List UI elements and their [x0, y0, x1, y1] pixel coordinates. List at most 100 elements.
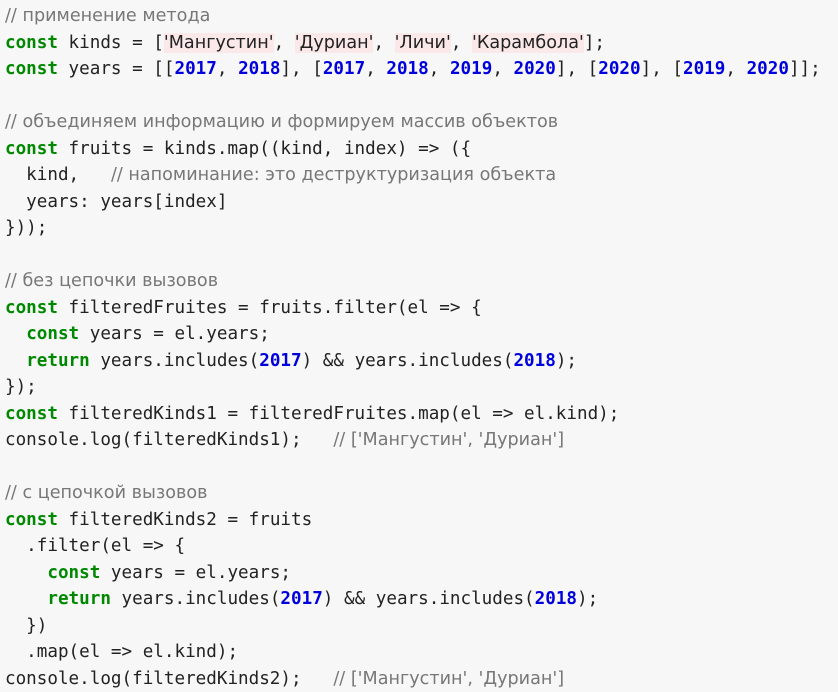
- string-token: 'Мангустин': [164, 33, 274, 53]
- code-line: console.log(filteredKinds2); // ['Мангус…: [5, 666, 838, 692]
- code-token: }): [5, 616, 47, 636]
- code-token: .map(el => el.kind);: [5, 642, 238, 662]
- comment-token: // объединяем информацию и формируем мас…: [5, 112, 558, 132]
- number-token: 2020: [514, 59, 556, 79]
- number-token: 2020: [747, 59, 789, 79]
- code-line: const filteredKinds1 = filteredFruites.m…: [5, 401, 838, 428]
- string-token: 'Карамбола': [472, 33, 584, 53]
- code-token: console.log(filteredKinds1);: [5, 430, 333, 450]
- code-line: ​: [5, 242, 838, 269]
- number-token: 2017: [323, 59, 365, 79]
- code-line: .filter(el => {: [5, 533, 838, 560]
- code-token: ];: [584, 33, 605, 53]
- code-line: ​: [5, 454, 838, 481]
- code-token: ,: [373, 33, 394, 53]
- code-token: ) && years.includes(: [323, 589, 535, 609]
- code-token: [5, 563, 47, 583]
- code-line: const years = el.years;: [5, 321, 838, 348]
- code-token: ,: [725, 59, 746, 79]
- code-line: const kinds = ['Мангустин', 'Дуриан', 'Л…: [5, 30, 838, 57]
- code-token: [5, 324, 26, 344]
- keyword-token: const: [5, 510, 58, 530]
- code-token: ,: [274, 33, 295, 53]
- string-token: 'Личи': [395, 33, 451, 53]
- number-token: 2017: [175, 59, 217, 79]
- code-line: }): [5, 613, 838, 640]
- number-token: 2017: [259, 351, 301, 371]
- number-token: 2018: [386, 59, 428, 79]
- code-token: ) && years.includes(: [302, 351, 514, 371]
- code-token: filteredKinds2 = fruits: [58, 510, 312, 530]
- keyword-token: return: [47, 589, 111, 609]
- comment-token: // с цепочкой вызовов: [5, 483, 207, 503]
- code-token: });: [5, 377, 37, 397]
- code-line: // с цепочкой вызовов: [5, 480, 838, 507]
- code-line: const filteredFruites = fruits.filter(el…: [5, 295, 838, 322]
- code-token: years = el.years;: [79, 324, 270, 344]
- code-line: return years.includes(2017) && years.inc…: [5, 348, 838, 375]
- code-line: years: years[index]: [5, 189, 838, 216]
- keyword-token: const: [5, 139, 58, 159]
- keyword-token: return: [26, 351, 90, 371]
- code-line: });: [5, 374, 838, 401]
- code-token: ,: [429, 59, 450, 79]
- code-token: ,: [365, 59, 386, 79]
- number-token: 2018: [535, 589, 577, 609]
- comment-token: // ['Мангустин', 'Дуриан']: [333, 430, 564, 450]
- comment-token: // без цепочки вызовов: [5, 271, 218, 291]
- code-line: const years = el.years;: [5, 560, 838, 587]
- code-token: years: years[index]: [5, 192, 227, 212]
- code-token: filteredKinds1 = filteredFruites.map(el …: [58, 404, 619, 424]
- code-line: // применение метода: [5, 3, 838, 30]
- code-token: .filter(el => {: [5, 536, 185, 556]
- code-token: years.includes(: [90, 351, 259, 371]
- code-token: fruits = kinds.map((kind, index) => ({: [58, 139, 471, 159]
- number-token: 2018: [238, 59, 280, 79]
- code-token: kind,: [5, 165, 111, 185]
- code-token: ,: [217, 59, 238, 79]
- keyword-token: const: [47, 563, 100, 583]
- code-token: ,: [492, 59, 513, 79]
- code-token: ], [: [641, 59, 683, 79]
- code-token: console.log(filteredKinds2);: [5, 669, 333, 689]
- code-line: .map(el => el.kind);: [5, 639, 838, 666]
- keyword-token: const: [5, 404, 58, 424]
- code-token: );: [556, 351, 577, 371]
- code-token: }));: [5, 218, 47, 238]
- code-token: [5, 351, 26, 371]
- code-line: // объединяем информацию и формируем мас…: [5, 109, 838, 136]
- code-line: kind, // напоминание: это деструктуризац…: [5, 162, 838, 189]
- code-token: years = el.years;: [100, 563, 291, 583]
- keyword-token: const: [5, 59, 58, 79]
- code-token: ], [: [280, 59, 322, 79]
- code-token: kinds = [: [58, 33, 164, 53]
- number-token: 2019: [450, 59, 492, 79]
- code-token: years.includes(: [111, 589, 280, 609]
- string-token: 'Дуриан': [295, 33, 374, 53]
- number-token: 2020: [598, 59, 640, 79]
- code-token: ,: [451, 33, 472, 53]
- code-line: return years.includes(2017) && years.inc…: [5, 586, 838, 613]
- number-token: 2017: [280, 589, 322, 609]
- code-line: }));: [5, 215, 838, 242]
- number-token: 2018: [513, 351, 555, 371]
- code-line: // без цепочки вызовов: [5, 268, 838, 295]
- comment-token: // ['Мангустин', 'Дуриан']: [333, 669, 564, 689]
- code-token: );: [577, 589, 598, 609]
- keyword-token: const: [26, 324, 79, 344]
- keyword-token: const: [5, 33, 58, 53]
- code-token: ]];: [789, 59, 821, 79]
- code-token: ], [: [556, 59, 598, 79]
- code-line: ​: [5, 83, 838, 110]
- code-line: const years = [[2017, 2018], [2017, 2018…: [5, 56, 838, 83]
- code-token: years = [[: [58, 59, 175, 79]
- code-line: const fruits = kinds.map((kind, index) =…: [5, 136, 838, 163]
- comment-token: // напоминание: это деструктуризация объ…: [111, 165, 556, 185]
- code-block: // применение метода const kinds = ['Манг…: [0, 0, 838, 685]
- code-line: console.log(filteredKinds1); // ['Мангус…: [5, 427, 838, 454]
- number-token: 2019: [683, 59, 725, 79]
- keyword-token: const: [5, 298, 58, 318]
- comment-token: // применение метода: [5, 6, 210, 26]
- code-token: [5, 589, 47, 609]
- code-token: filteredFruites = fruits.filter(el => {: [58, 298, 482, 318]
